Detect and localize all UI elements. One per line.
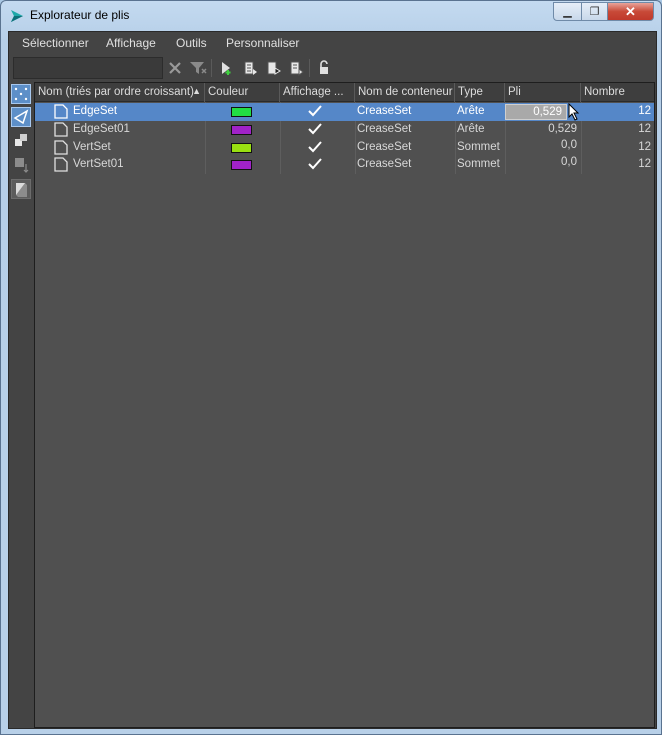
remove-set-icon[interactable]: [287, 59, 305, 77]
row-name: EdgeSet01: [73, 123, 130, 135]
row-count: 12: [638, 105, 651, 117]
row-type: Sommet: [457, 141, 500, 153]
color-swatch[interactable]: [231, 143, 252, 153]
toolbar: [9, 54, 656, 82]
row-container: CreaseSet: [357, 105, 412, 117]
row-type: Arête: [457, 123, 485, 135]
search-input[interactable]: [13, 57, 163, 79]
row-name: EdgeSet: [73, 105, 118, 117]
vertex-icon: [14, 87, 28, 101]
row-count: 12: [638, 141, 651, 153]
color-swatch[interactable]: [231, 160, 252, 170]
level-down-icon: [15, 158, 29, 173]
toolbar-separator: [309, 59, 310, 77]
checkmark-icon[interactable]: [307, 121, 323, 137]
object-mode-button[interactable]: [11, 130, 31, 150]
edit-crease-set-icon[interactable]: [241, 59, 259, 77]
client-area: Sélectionner Affichage Outils Personnali…: [8, 31, 657, 729]
column-header-color[interactable]: Couleur: [205, 83, 280, 102]
menu-select[interactable]: Sélectionner: [22, 36, 89, 50]
clear-search-icon[interactable]: [166, 59, 184, 77]
row-container: CreaseSet: [357, 158, 412, 170]
crease-set-icon: [54, 140, 68, 155]
mouse-cursor-icon: [568, 103, 580, 121]
restore-icon: ❐: [589, 6, 600, 18]
sort-ascending-icon: ▲: [192, 86, 201, 96]
row-type: Sommet: [457, 158, 500, 170]
color-swatch[interactable]: [231, 125, 252, 135]
menu-tools[interactable]: Outils: [176, 36, 207, 50]
row-container: CreaseSet: [357, 141, 412, 153]
menu-customize[interactable]: Personnaliser: [226, 36, 299, 50]
row-crease[interactable]: 0,0: [509, 137, 577, 155]
checkmark-icon[interactable]: [307, 139, 323, 155]
menu-bar: Sélectionner Affichage Outils Personnali…: [9, 32, 656, 54]
edge-mode-button[interactable]: [11, 107, 31, 127]
lock-icon[interactable]: [315, 59, 333, 77]
table-header: Nom (triés par ordre croissant) ▲ Couleu…: [35, 83, 654, 102]
app-logo-icon: [11, 10, 23, 22]
row-name: VertSet: [73, 141, 111, 153]
select-by-set-icon[interactable]: [264, 59, 282, 77]
side-toolbar: [9, 82, 33, 728]
close-icon: ✕: [625, 3, 636, 19]
row-name: VertSet01: [73, 158, 124, 170]
menu-display[interactable]: Affichage: [106, 36, 156, 50]
crease-set-icon: [54, 157, 68, 172]
window-title: Explorateur de plis: [30, 8, 130, 22]
checkmark-icon[interactable]: [307, 103, 323, 119]
row-count: 12: [638, 158, 651, 170]
edge-icon: [13, 109, 29, 125]
row-type: Arête: [457, 105, 485, 117]
crease-set-table: Nom (triés par ordre croissant) ▲ Couleu…: [34, 82, 655, 728]
column-header-crease[interactable]: Pli: [505, 83, 581, 102]
close-button[interactable]: ✕: [607, 2, 654, 21]
column-header-display[interactable]: Affichage ...: [280, 83, 355, 102]
maximize-button[interactable]: ❐: [581, 2, 608, 21]
crease-set-icon: [54, 104, 68, 119]
object-icon: [15, 134, 27, 146]
toolbar-separator: [211, 59, 212, 77]
crease-explorer-window: Explorateur de plis ▁ ❐ ✕ Sélectionner A…: [0, 0, 662, 735]
row-count: 12: [638, 123, 651, 135]
minimize-button[interactable]: ▁: [553, 2, 582, 21]
add-crease-set-icon[interactable]: [217, 59, 235, 77]
minimize-icon: ▁: [563, 6, 572, 18]
color-swatch[interactable]: [231, 107, 252, 117]
table-row[interactable]: VertSet01 CreaseSet Sommet 0,0 12: [35, 156, 654, 174]
display-toggle-button[interactable]: [11, 179, 31, 199]
column-header-name[interactable]: Nom (triés par ordre croissant) ▲: [35, 83, 205, 102]
shaded-object-icon: [16, 183, 27, 197]
vertex-mode-button[interactable]: [11, 84, 31, 104]
checkmark-icon[interactable]: [307, 156, 323, 172]
column-header-container[interactable]: Nom de conteneur: [355, 83, 455, 102]
down-level-button[interactable]: [11, 155, 31, 175]
row-container: CreaseSet: [357, 123, 412, 135]
row-crease[interactable]: 0,0: [509, 154, 577, 172]
table-row[interactable]: EdgeSet CreaseSet Arête 12: [35, 103, 654, 121]
column-header-count[interactable]: Nombre: [581, 83, 654, 102]
column-header-type[interactable]: Type: [455, 83, 505, 102]
crease-set-icon: [54, 122, 68, 137]
filter-icon[interactable]: [189, 59, 207, 77]
crease-value-input[interactable]: [505, 104, 567, 120]
title-bar[interactable]: Explorateur de plis ▁ ❐ ✕: [1, 1, 661, 30]
